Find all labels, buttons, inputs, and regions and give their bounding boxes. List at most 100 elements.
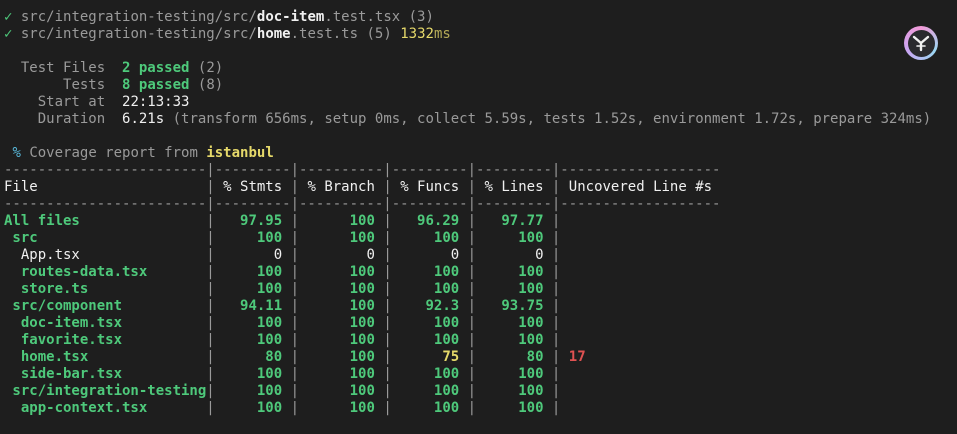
coverage-title: Coverage report from [29, 145, 198, 161]
lines-cell: 93.75 [476, 298, 552, 314]
funcs-cell: 92.3 [391, 298, 468, 314]
test-file-line: ✓ src/integration-testing/src/home.test.… [4, 26, 954, 43]
terminal-output: ✓ src/integration-testing/src/doc-item.t… [4, 9, 954, 417]
branch-cell: 100 [299, 264, 384, 280]
table-row: src/component | 94.11 | 100 | 92.3 | 93.… [4, 298, 721, 315]
test-file-name: doc-item [256, 9, 325, 25]
branch-cell: 100 [299, 383, 384, 399]
uncovered-cell [560, 281, 568, 297]
branch-cell: 0 [299, 247, 384, 263]
file-cell: src/component [4, 298, 207, 314]
summary-value: 6.21s [122, 111, 165, 127]
branch-cell: 100 [299, 315, 384, 331]
summary-value: 22:13:33 [122, 94, 190, 110]
branch-cell: 100 [299, 400, 384, 416]
table-row: App.tsx | 0 | 0 | 0 | 0 | [4, 247, 721, 264]
funcs-cell: 100 [391, 332, 468, 348]
stmts-cell: 100 [214, 400, 291, 416]
file-cell: doc-item.tsx [4, 315, 207, 331]
stmts-cell: 94.11 [214, 298, 291, 314]
funcs-cell: 100 [391, 315, 468, 331]
file-cell: routes-data.tsx [4, 264, 207, 280]
lines-cell: 100 [476, 281, 552, 297]
funcs-cell: 100 [391, 264, 468, 280]
uncovered-cell [560, 264, 568, 280]
stmts-cell: 100 [214, 366, 291, 382]
coverage-table: ------------------------|---------|-----… [4, 162, 721, 417]
lines-cell: 100 [476, 332, 552, 348]
branch-cell: 100 [299, 349, 384, 365]
funcs-cell: 75 [391, 349, 468, 365]
file-cell: store.ts [4, 281, 207, 297]
stmts-cell: 100 [214, 315, 291, 331]
column-header: % Lines [476, 179, 552, 195]
test-file-ext: .test.tsx [324, 9, 401, 25]
stmts-cell: 97.95 [214, 213, 291, 229]
branch-cell: 100 [299, 298, 384, 314]
table-row: favorite.tsx | 100 | 100 | 100 | 100 | [4, 332, 721, 349]
uncovered-cell [560, 332, 568, 348]
file-cell: home.tsx [4, 349, 207, 365]
summary-duration: Duration 6.21s (transform 656ms, setup 0… [4, 111, 954, 128]
coverage-heading: % Coverage report from istanbul [4, 145, 954, 162]
summary-label: Tests [63, 77, 106, 93]
branch-cell: 100 [299, 366, 384, 382]
table-row: routes-data.tsx | 100 | 100 | 100 | 100 … [4, 264, 721, 281]
summary-test-files: Test Files 2 passed (2) [4, 60, 954, 77]
uncovered-cell [560, 247, 568, 263]
lines-cell: 80 [476, 349, 552, 365]
uncovered-cell [560, 400, 568, 416]
column-header: % Branch [299, 179, 384, 195]
lines-cell: 100 [476, 400, 552, 416]
test-file-dir: src/integration-testing/src/ [20, 26, 257, 42]
test-file-ext: .test.ts [290, 26, 359, 42]
app-badge[interactable] [904, 26, 938, 60]
stmts-cell: 100 [214, 264, 291, 280]
column-header: Uncovered Line #s [560, 179, 721, 195]
table-row: src/integration-testing| 100 | 100 | 100… [4, 383, 721, 400]
table-row: app-context.tsx | 100 | 100 | 100 | 100 … [4, 400, 721, 417]
funcs-cell: 100 [391, 281, 468, 297]
file-cell: src/integration-testing [4, 383, 207, 399]
funcs-cell: 96.29 [391, 213, 468, 229]
test-file-dir: src/integration-testing/src/ [20, 9, 257, 25]
test-file-duration-unit: ms [433, 26, 451, 42]
pass-check-icon: ✓ [4, 26, 13, 42]
branch-cell: 100 [299, 213, 384, 229]
table-separator: ------------------------|---------|-----… [4, 162, 721, 178]
funcs-cell: 0 [391, 247, 468, 263]
stmts-cell: 100 [214, 230, 291, 246]
lines-cell: 100 [476, 366, 552, 382]
lines-cell: 100 [476, 315, 552, 331]
uncovered-cell [560, 366, 568, 382]
funcs-cell: 100 [391, 400, 468, 416]
summary-total: (8) [197, 77, 224, 93]
uncovered-cell [560, 315, 568, 331]
uncovered-cell: 17 [560, 349, 586, 365]
table-separator: ------------------------|---------|-----… [4, 196, 721, 212]
summary-passed: 2 passed [122, 60, 190, 76]
uncovered-cell [560, 383, 568, 399]
stmts-cell: 80 [214, 349, 291, 365]
file-cell: src [4, 230, 207, 246]
stmts-cell: 100 [214, 281, 291, 297]
funcs-cell: 100 [391, 366, 468, 382]
table-row: store.ts | 100 | 100 | 100 | 100 | [4, 281, 721, 298]
lines-cell: 97.77 [476, 213, 552, 229]
funcs-cell: 100 [391, 383, 468, 399]
summary-label: Duration [37, 111, 106, 127]
summary-passed: 8 passed [122, 77, 190, 93]
uncovered-cell [560, 230, 568, 246]
pass-check-icon: ✓ [4, 9, 13, 25]
uncovered-cell [560, 298, 568, 314]
stmts-cell: 0 [214, 247, 291, 263]
table-row: src | 100 | 100 | 100 | 100 | [4, 230, 721, 247]
column-header: % Stmts [214, 179, 291, 195]
test-file-count: (5) [366, 26, 392, 42]
branch-cell: 100 [299, 332, 384, 348]
stmts-cell: 100 [214, 383, 291, 399]
file-cell: app-context.tsx [4, 400, 207, 416]
branch-cell: 100 [299, 230, 384, 246]
test-file-count: (3) [408, 9, 434, 25]
lines-cell: 100 [476, 230, 552, 246]
